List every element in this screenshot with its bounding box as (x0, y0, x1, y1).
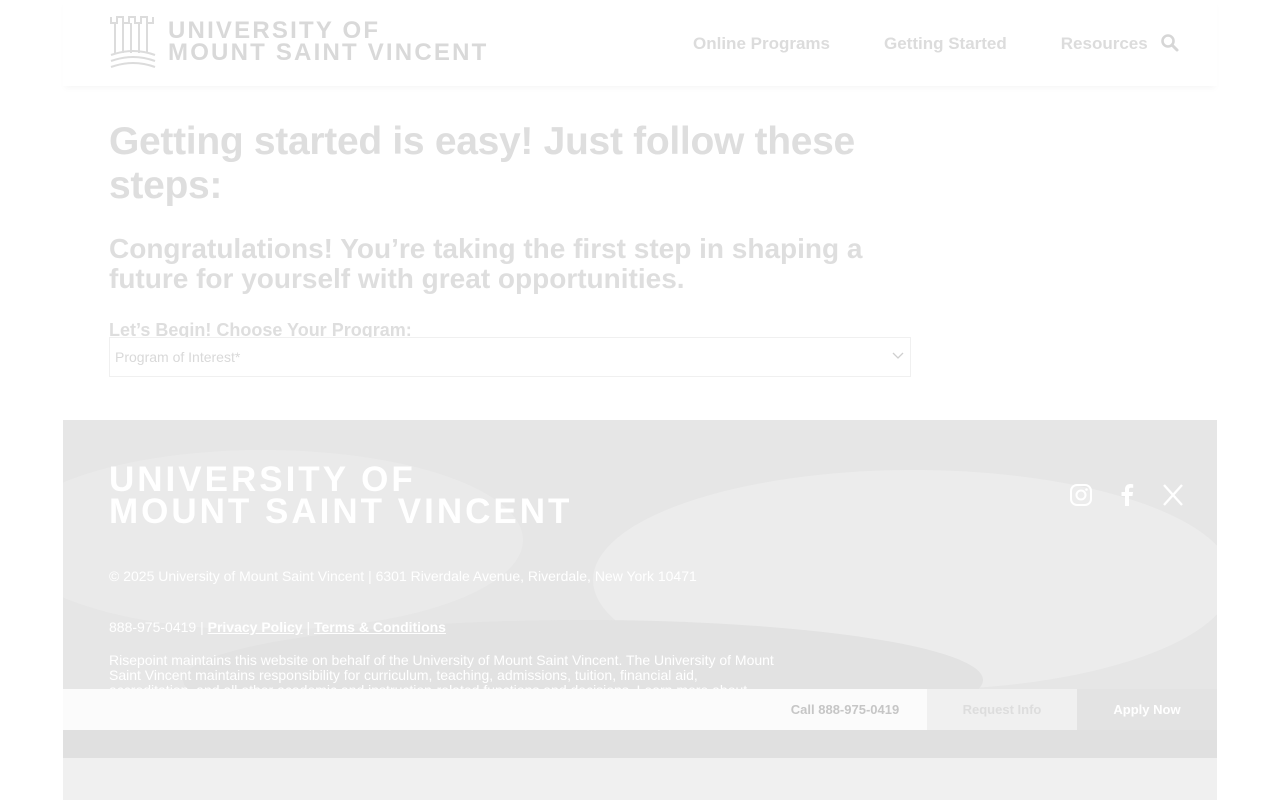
select-placeholder: Program of Interest* (115, 349, 241, 365)
footer-logo[interactable]: UNIVERSITY OF MOUNT SAINT VINCENT (109, 462, 573, 531)
page: UNIVERSITY OF MOUNT SAINT VINCENT Online… (63, 0, 1217, 800)
x-icon[interactable] (1161, 483, 1185, 507)
page-title: Getting started is easy! Just follow the… (109, 120, 855, 207)
social-links (1069, 483, 1207, 507)
logo-wordmark: UNIVERSITY OF MOUNT SAINT VINCENT (168, 19, 489, 66)
footer-separator-1: | (200, 619, 204, 635)
nav-online-programs[interactable]: Online Programs (693, 34, 830, 54)
footer-links: 888-975-0419 | Privacy Policy | Terms & … (109, 619, 446, 635)
footer-copyright: © 2025 University of Mount Saint Vincent… (109, 568, 697, 584)
apply-now-button[interactable]: Apply Now (1077, 689, 1217, 730)
logo-line-2: MOUNT SAINT VINCENT (168, 39, 489, 66)
university-logo[interactable]: UNIVERSITY OF MOUNT SAINT VINCENT (109, 13, 488, 71)
facebook-icon[interactable] (1115, 483, 1139, 507)
main-content: Getting started is easy! Just follow the… (109, 120, 929, 377)
castle-crest-icon (110, 16, 156, 68)
nav-resources[interactable]: Resources (1061, 34, 1148, 54)
request-info-button[interactable]: Request Info (927, 689, 1077, 730)
footer-disclaimer: Risepoint maintains this website on beha… (109, 653, 774, 689)
search-icon[interactable] (1160, 33, 1180, 53)
chevron-down-icon (892, 352, 904, 359)
footer-phone[interactable]: 888-975-0419 (109, 619, 196, 635)
footer-separator-2: | (306, 619, 311, 635)
privacy-policy-link[interactable]: Privacy Policy (208, 619, 303, 635)
program-of-interest-select[interactable]: Program of Interest* (109, 337, 911, 377)
page-subtitle: Congratulations! You’re taking the first… (109, 233, 863, 294)
sticky-cta-bar: Call 888-975-0419 Request Info Apply Now (63, 689, 1217, 730)
nav-getting-started[interactable]: Getting Started (884, 34, 1007, 54)
footer-bottom-strip (63, 758, 1217, 800)
terms-conditions-link[interactable]: Terms & Conditions (314, 619, 446, 635)
call-button[interactable]: Call 888-975-0419 (763, 689, 927, 730)
main-nav: Online Programs Getting Started Resource… (693, 34, 1202, 54)
instagram-icon[interactable] (1069, 483, 1093, 507)
footer-logo-line-2: MOUNT SAINT VINCENT (109, 492, 573, 531)
site-header: UNIVERSITY OF MOUNT SAINT VINCENT Online… (63, 0, 1217, 86)
